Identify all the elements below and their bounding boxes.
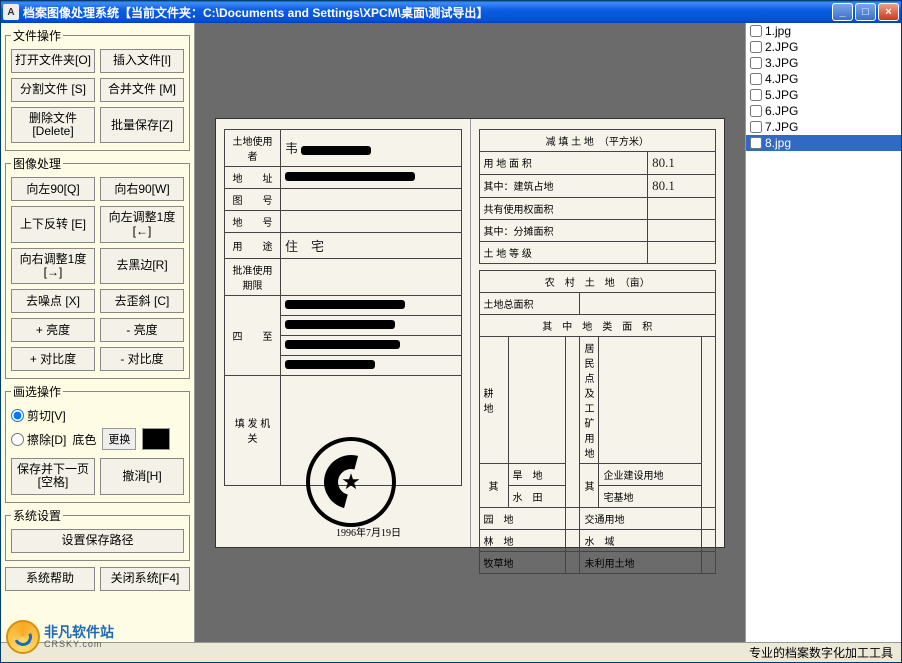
crop-radio[interactable]: 剪切[V] — [11, 407, 184, 424]
window-title: 档案图像处理系统【当前文件夹：C:\Documents and Settings… — [23, 4, 832, 21]
file-checkbox[interactable] — [750, 57, 762, 69]
contrast-minus-button[interactable]: - 对比度 — [100, 347, 184, 371]
insert-file-button[interactable]: 插入文件[I] — [100, 49, 184, 73]
file-ops-legend: 文件操作 — [11, 27, 63, 44]
app-icon: A — [3, 4, 19, 20]
file-list: 1.jpg 2.JPG 3.JPG 4.JPG 5.JPG 6.JPG 7.JPG 8.jpg — [746, 23, 901, 151]
split-file-button[interactable]: 分割文件 [S] — [11, 78, 95, 102]
minimize-button[interactable]: _ — [832, 3, 853, 21]
open-folder-button[interactable]: 打开文件夹[O] — [11, 49, 95, 73]
save-next-button[interactable]: 保存并下一页 [空格] — [11, 458, 95, 494]
file-list-item[interactable]: 7.JPG — [746, 119, 901, 135]
file-checkbox[interactable] — [750, 73, 762, 85]
file-ops-group: 文件操作 打开文件夹[O] 插入文件[I] 分割文件 [S] 合并文件 [M] … — [5, 27, 190, 151]
file-name: 2.JPG — [765, 40, 798, 54]
canvas-ops-group: 画选操作 剪切[V] 擦除[D] 底色 更换 保存并下一页 [空格] 撤消[H] — [5, 383, 190, 502]
denoise-button[interactable]: 去噪点 [X] — [11, 289, 95, 313]
image-ops-legend: 图像处理 — [11, 155, 63, 172]
erase-radio[interactable]: 擦除[D] — [11, 431, 66, 448]
statusbar: 专业的档案数字化加工工具 — [1, 642, 901, 662]
file-name: 7.JPG — [765, 120, 798, 134]
batch-save-button[interactable]: 批量保存[Z] — [100, 107, 184, 143]
set-save-path-button[interactable]: 设置保存路径 — [11, 529, 184, 553]
brightness-minus-button[interactable]: - 亮度 — [100, 318, 184, 342]
file-list-panel: 1.jpg 2.JPG 3.JPG 4.JPG 5.JPG 6.JPG 7.JPG 8.jpg — [745, 23, 901, 642]
file-list-item[interactable]: 8.jpg — [746, 135, 901, 151]
adjust-right-button[interactable]: 向右调整1度[→] — [11, 248, 95, 284]
file-checkbox[interactable] — [750, 137, 762, 149]
image-canvas[interactable]: 土地使用者韦 地 址 图 号 地 号 用 途住 宅 批准使用期限 四 至 填 发… — [195, 23, 745, 642]
file-list-item[interactable]: 2.JPG — [746, 39, 901, 55]
titlebar: A 档案图像处理系统【当前文件夹：C:\Documents and Settin… — [1, 1, 901, 23]
left-panel: 文件操作 打开文件夹[O] 插入文件[I] 分割文件 [S] 合并文件 [M] … — [1, 23, 195, 642]
file-name: 1.jpg — [765, 24, 791, 38]
file-checkbox[interactable] — [750, 105, 762, 117]
file-list-item[interactable]: 6.JPG — [746, 103, 901, 119]
canvas-ops-legend: 画选操作 — [11, 383, 63, 400]
status-text: 专业的档案数字化加工工具 — [749, 644, 893, 661]
swap-color-button[interactable]: 更换 — [102, 428, 136, 450]
remove-border-button[interactable]: 去黑边[R] — [100, 248, 184, 284]
file-checkbox[interactable] — [750, 25, 762, 37]
file-name: 6.JPG — [765, 104, 798, 118]
system-legend: 系统设置 — [11, 507, 63, 524]
file-checkbox[interactable] — [750, 89, 762, 101]
merge-file-button[interactable]: 合并文件 [M] — [100, 78, 184, 102]
system-group: 系统设置 设置保存路径 — [5, 507, 190, 561]
contrast-plus-button[interactable]: + 对比度 — [11, 347, 95, 371]
help-button[interactable]: 系统帮助 — [5, 567, 95, 591]
close-button[interactable]: × — [878, 3, 899, 21]
bg-color-swatch — [142, 428, 170, 450]
brightness-plus-button[interactable]: + 亮度 — [11, 318, 95, 342]
file-name: 4.JPG — [765, 72, 798, 86]
file-list-item[interactable]: 4.JPG — [746, 71, 901, 87]
undo-button[interactable]: 撤消[H] — [100, 458, 184, 494]
file-list-item[interactable]: 5.JPG — [746, 87, 901, 103]
file-name: 3.JPG — [765, 56, 798, 70]
close-system-button[interactable]: 关闭系统[F4] — [100, 567, 190, 591]
file-list-item[interactable]: 3.JPG — [746, 55, 901, 71]
flip-button[interactable]: 上下反转 [E] — [11, 206, 95, 242]
adjust-left-button[interactable]: 向左调整1度[←] — [100, 206, 184, 242]
seal-stamp — [306, 437, 396, 527]
file-list-item[interactable]: 1.jpg — [746, 23, 901, 39]
maximize-button[interactable]: □ — [855, 3, 876, 21]
file-checkbox[interactable] — [750, 121, 762, 133]
file-name: 5.JPG — [765, 88, 798, 102]
deskew-button[interactable]: 去歪斜 [C] — [100, 289, 184, 313]
rotate-right-button[interactable]: 向右90[W] — [100, 177, 184, 201]
document-preview: 土地使用者韦 地 址 图 号 地 号 用 途住 宅 批准使用期限 四 至 填 发… — [215, 118, 725, 548]
delete-file-button[interactable]: 删除文件[Delete] — [11, 107, 95, 143]
file-checkbox[interactable] — [750, 41, 762, 53]
rotate-left-button[interactable]: 向左90[Q] — [11, 177, 95, 201]
bg-color-label: 底色 — [72, 431, 96, 448]
file-name: 8.jpg — [765, 136, 791, 150]
image-ops-group: 图像处理 向左90[Q] 向右90[W] 上下反转 [E] 向左调整1度[←] … — [5, 155, 190, 379]
